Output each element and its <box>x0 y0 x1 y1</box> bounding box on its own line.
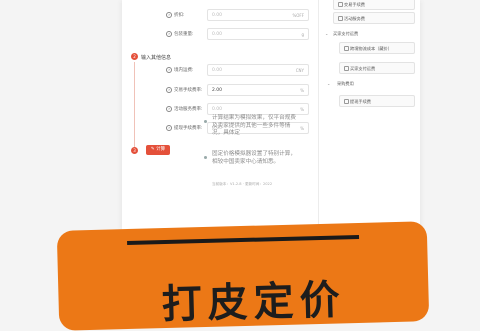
package-weight-input[interactable]: 0.00 g <box>207 28 309 40</box>
tree-item-withdrawal-fee[interactable]: 提现手续费 <box>339 95 415 107</box>
tree-group-shipping[interactable]: 买家支付运费 <box>333 31 358 37</box>
headline-banner: 打皮定价 <box>56 221 430 331</box>
calculate-button[interactable]: ✎ 计算 <box>146 145 170 155</box>
version-text: 当前版本：V1.2.8 · 更新时间：2022 <box>212 182 273 186</box>
checkbox-icon <box>344 46 349 51</box>
activity-fee-label: 活动服务费率: <box>166 106 203 112</box>
tree-item-logistics-cost[interactable]: 跨境物流成本（藏价） <box>339 42 415 54</box>
discount-unit: %OFF <box>292 12 304 18</box>
tree-group-purchase[interactable]: 采购费用 <box>337 81 354 87</box>
discount-label: 折扣: <box>166 12 185 18</box>
activity-fee-unit: % <box>300 106 304 112</box>
package-weight-unit: g <box>301 31 304 37</box>
discount-value: 0.00 <box>212 12 223 18</box>
tree-item-label: 提现手续费 <box>350 98 371 104</box>
package-weight-row: 包装重量: 0.00 g <box>132 28 312 40</box>
activity-fee-row: 活动服务费率: 0.00 % <box>132 103 312 115</box>
tree-item-activity-fee[interactable]: 活动服务费 <box>333 12 415 24</box>
transaction-fee-row: 交易手续费率: 2.00 % <box>132 84 312 96</box>
transaction-fee-value: 2.00 <box>212 87 223 93</box>
banner-headline: 打皮定价 <box>161 277 347 323</box>
transaction-fee-unit: % <box>300 87 304 93</box>
tree-item-transaction-fee[interactable]: 交易手续费 <box>333 0 415 10</box>
domestic-shipping-row: 境内运费: 0.00 CNY <box>132 64 312 76</box>
package-weight-value: 0.00 <box>212 31 223 37</box>
tree-item-label: 交易手续费 <box>344 1 365 7</box>
checkbox-icon <box>338 2 343 7</box>
activity-fee-value: 0.00 <box>212 106 223 112</box>
discount-input[interactable]: 0.00 %OFF <box>207 9 309 21</box>
transaction-fee-label: 交易手续费率: <box>166 87 203 93</box>
tree-item-label: 跨境物流成本（藏价） <box>350 45 392 51</box>
tree-item-buyer-shipping[interactable]: 买家支付运费 <box>339 62 415 74</box>
domestic-shipping-label: 境内运费: <box>166 67 194 73</box>
fee-tree-panel: 交易手续费 活动服务费 ⌄ 买家支付运费 跨境物流成本（藏价） 买家支付运费 ⌄… <box>318 0 421 230</box>
step-2-badge: 2 <box>131 53 138 60</box>
package-weight-label: 包装重量: <box>166 31 194 37</box>
domestic-shipping-value: 0.00 <box>212 67 223 73</box>
transaction-fee-input[interactable]: 2.00 % <box>207 84 309 96</box>
section-title: 输入其他信息 <box>141 55 172 61</box>
checkbox-icon <box>338 16 343 21</box>
step-3-badge: 3 <box>131 147 138 154</box>
checkbox-icon <box>344 66 349 71</box>
domestic-shipping-unit: CNY <box>295 67 304 73</box>
chevron-down-icon[interactable]: ⌄ <box>327 81 330 86</box>
discount-row: 折扣: 0.00 %OFF <box>132 9 312 21</box>
domestic-shipping-input[interactable]: 0.00 CNY <box>207 64 309 76</box>
calculate-label: 计算 <box>156 147 166 152</box>
note-bullet-icon <box>204 120 207 123</box>
chevron-down-icon[interactable]: ⌄ <box>325 31 328 36</box>
note-1: 计算结果为模拟效果，仅平台规费及卖家提供的其他一些多件等情况，具体定 <box>212 115 296 136</box>
note-bullet-icon <box>204 156 207 159</box>
note-2: 固定价格模拟器设置了特别计算，相较中国卖家中心请知悉。 <box>212 151 296 165</box>
withdrawal-fee-label: 提现手续费率: <box>166 125 203 131</box>
withdrawal-fee-unit: % <box>300 125 304 131</box>
tree-item-label: 买家支付运费 <box>350 65 376 71</box>
banner-divider <box>127 234 360 246</box>
tree-item-label: 活动服务费 <box>344 15 365 21</box>
activity-fee-input[interactable]: 0.00 % <box>207 103 309 115</box>
checkbox-icon <box>344 99 349 104</box>
